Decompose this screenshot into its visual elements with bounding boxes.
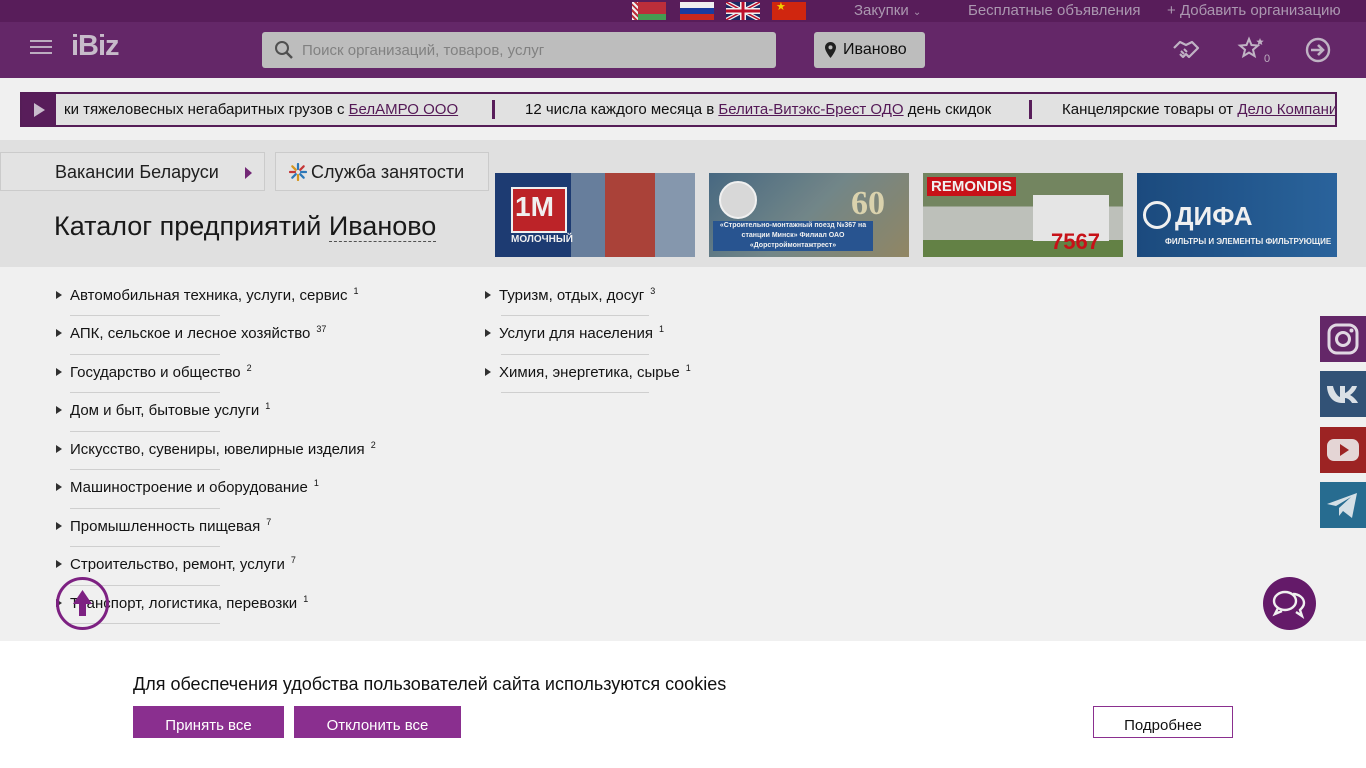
menu-icon[interactable] [30, 40, 52, 58]
cookie-banner: Для обеспечения удобства пользователей с… [0, 641, 1366, 768]
ticker-item: Канцелярские товары от Дело Компании [1062, 101, 1335, 118]
category-link[interactable]: Услуги для населения 1 [485, 324, 664, 342]
banner-remondis[interactable]: REMONDIS 7567 [923, 173, 1123, 257]
free-ads-link[interactable]: Бесплатные объявления [968, 2, 1140, 19]
more-info-button[interactable]: Подробнее [1093, 706, 1233, 738]
top-bar: Закупки ⌄ Бесплатные объявления + Добави… [0, 0, 1366, 22]
divider [501, 354, 649, 355]
search-input[interactable] [302, 32, 762, 68]
login-icon[interactable] [1303, 35, 1333, 65]
category-link[interactable]: Автомобильная техника, услуги, сервис 1 [56, 286, 359, 304]
china-flag-icon[interactable] [772, 2, 806, 20]
divider [70, 546, 220, 547]
divider [70, 392, 220, 393]
ticker-separator [492, 100, 495, 119]
divider [70, 315, 220, 316]
news-ticker: ки тяжеловесных негабаритных грузов с Бе… [20, 92, 1337, 127]
category-link[interactable]: Промышленность пищевая 7 [55, 517, 271, 535]
ticker-link[interactable]: Дело Компании [1237, 101, 1335, 118]
instagram-icon[interactable] [1320, 316, 1366, 362]
ticker-item: ки тяжеловесных негабаритных грузов с Бе… [64, 101, 459, 118]
add-organization-link[interactable]: + Добавить организацию [1167, 2, 1341, 19]
russia-flag-icon[interactable] [680, 2, 714, 20]
accept-all-button[interactable]: Принять все [133, 706, 284, 738]
ticker-separator [1029, 100, 1032, 119]
category-link[interactable]: Искусство, сувениры, ювелирные изделия 2 [56, 440, 376, 458]
handshake-icon[interactable] [1171, 35, 1201, 65]
uk-flag-icon[interactable] [726, 2, 760, 20]
divider [70, 354, 220, 355]
logo[interactable]: iBiz [71, 30, 120, 63]
divider [70, 431, 220, 432]
ticker-item: 12 числа каждого месяца в Белита-Витэкс-… [525, 101, 992, 118]
play-icon[interactable] [22, 94, 56, 125]
vacancies-tab[interactable]: Вакансии Беларуси [0, 152, 265, 191]
employment-star-icon [289, 163, 307, 181]
chevron-down-icon: ⌄ [912, 7, 922, 18]
location-pin-icon [825, 42, 836, 58]
scroll-to-top-button[interactable] [56, 577, 109, 630]
category-link[interactable]: Машиностроение и оборудование 1 [56, 478, 319, 496]
category-link[interactable]: Химия, энергетика, сырье 1 [485, 363, 691, 381]
banner-smp-367[interactable]: 60 «Строительно-монтажный поезд №367 на … [709, 173, 909, 257]
employment-service-tab[interactable]: Служба занятости [275, 152, 489, 191]
belarus-flag-icon[interactable] [632, 2, 666, 20]
header: iBiz Иваново 0 [0, 22, 1366, 78]
category-link[interactable]: Дом и быт, бытовые услуги 1 [55, 401, 270, 419]
telegram-icon[interactable] [1320, 482, 1366, 528]
city-link[interactable]: Иваново [328, 211, 437, 242]
plus-icon: + [1167, 2, 1176, 19]
city-name: Иваново [843, 41, 907, 58]
cookie-message: Для обеспечения удобства пользователей с… [133, 674, 727, 694]
search-bar [262, 32, 776, 68]
chat-bubbles-icon [1272, 590, 1306, 619]
divider [501, 315, 649, 316]
city-selector[interactable]: Иваново [814, 32, 925, 68]
favorites-count: 0 [1264, 53, 1271, 65]
search-icon[interactable] [274, 40, 294, 60]
favorites-stars-icon[interactable] [1237, 35, 1267, 65]
decline-all-button[interactable]: Отклонить все [294, 706, 461, 738]
ticker-link[interactable]: Белита-Витэкс-Брест ОДО [718, 101, 903, 118]
category-link[interactable]: Государство и общество 2 [56, 363, 252, 381]
vk-icon[interactable] [1320, 371, 1366, 417]
page-title: Каталог предприятий Иваново [54, 211, 437, 242]
category-link[interactable]: АПК, сельское и лесное хозяйство 37 [55, 324, 326, 342]
youtube-icon[interactable] [1320, 427, 1366, 473]
ticker-link[interactable]: БелАМРО ООО [349, 101, 458, 118]
divider [70, 469, 220, 470]
purchases-menu[interactable]: Закупки ⌄ [854, 2, 921, 19]
banner-difa[interactable]: ДИФА ФИЛЬТРЫ И ЭЛЕМЕНТЫ ФИЛЬТРУЮЩИЕ [1137, 173, 1337, 257]
banner-1m-molochny[interactable]: 1М МОЛОЧНЫЙ [495, 173, 695, 257]
arrow-right-icon [245, 167, 252, 179]
arrow-up-icon [73, 590, 92, 616]
divider [501, 392, 649, 393]
category-link[interactable]: Туризм, отдых, досуг 3 [484, 286, 655, 304]
chat-button[interactable] [1263, 577, 1316, 630]
category-link[interactable]: Строительство, ремонт, услуги 7 [56, 555, 296, 573]
divider [70, 508, 220, 509]
